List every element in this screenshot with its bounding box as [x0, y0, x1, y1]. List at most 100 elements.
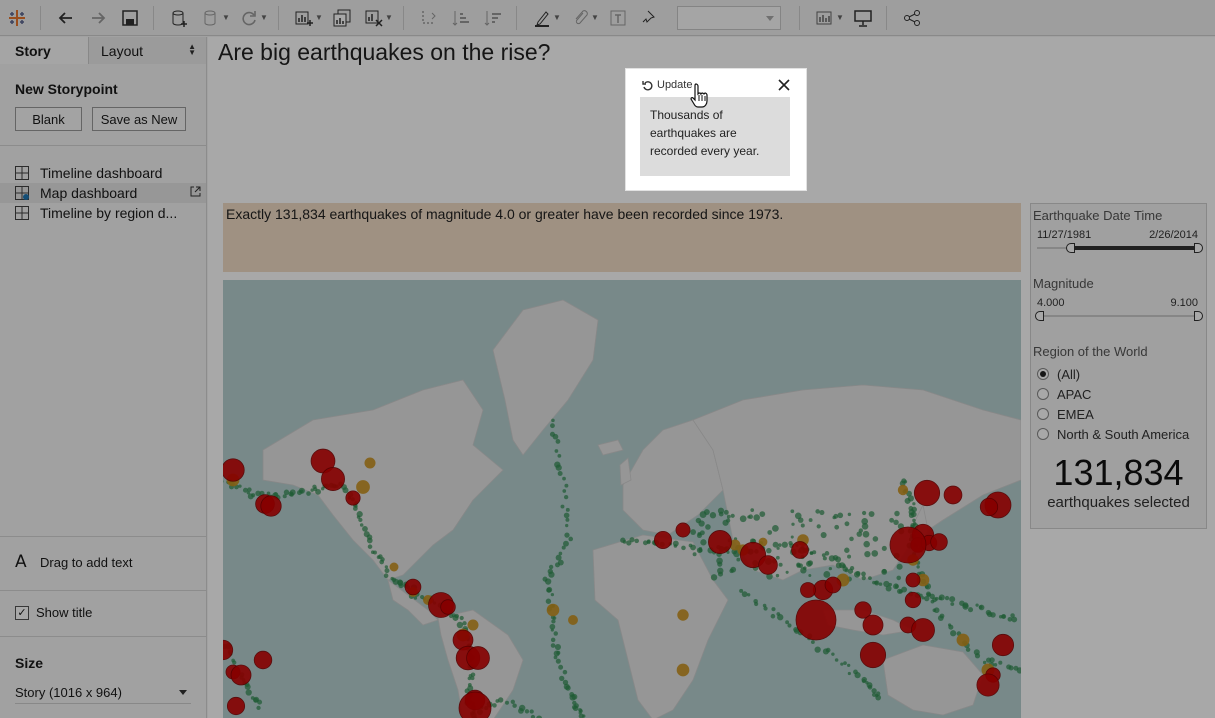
quake-marker-small[interactable]: [512, 703, 517, 708]
quake-marker-small[interactable]: [722, 519, 729, 526]
quake-marker-small[interactable]: [245, 689, 252, 696]
caption-text-box[interactable]: Exactly 131,834 earthquakes of magnitude…: [223, 203, 1021, 272]
quake-marker-small[interactable]: [462, 621, 467, 626]
quake-marker-small[interactable]: [835, 562, 842, 569]
quake-marker-small[interactable]: [840, 662, 844, 666]
quake-marker-small[interactable]: [1011, 616, 1018, 623]
quake-marker-small[interactable]: [568, 536, 574, 542]
quake-marker-small[interactable]: [366, 537, 373, 544]
quake-marker-large[interactable]: [795, 599, 837, 641]
quake-marker-small[interactable]: [948, 624, 954, 630]
quake-marker-large[interactable]: [930, 533, 948, 551]
quake-marker-small[interactable]: [847, 568, 854, 574]
sheet-item-timeline-by-region[interactable]: Timeline by region d...: [0, 203, 206, 223]
quake-marker-large[interactable]: [223, 458, 245, 482]
quake-marker-small[interactable]: [398, 583, 404, 589]
quake-marker-small[interactable]: [785, 620, 790, 625]
quake-marker-small[interactable]: [739, 515, 747, 523]
quake-marker-small[interactable]: [505, 700, 510, 705]
quake-marker-small[interactable]: [565, 507, 570, 512]
sheet-item-timeline-dashboard[interactable]: Timeline dashboard: [0, 163, 206, 183]
quake-marker-large[interactable]: [911, 618, 935, 642]
quake-marker-small[interactable]: [544, 578, 552, 585]
quake-marker-large[interactable]: [979, 497, 999, 517]
quake-marker-small[interactable]: [933, 607, 940, 614]
quake-marker-small[interactable]: [775, 555, 780, 560]
quake-marker-small[interactable]: [306, 491, 311, 496]
quake-marker-small[interactable]: [855, 571, 861, 576]
quake-marker-large[interactable]: [226, 696, 246, 716]
quake-marker-small[interactable]: [767, 530, 773, 535]
quake-marker-small[interactable]: [881, 545, 887, 551]
quake-marker-small[interactable]: [529, 709, 534, 714]
quake-marker-small[interactable]: [808, 518, 813, 523]
quake-marker-small[interactable]: [861, 523, 869, 530]
quake-marker-small[interactable]: [359, 523, 364, 527]
quake-marker-small[interactable]: [809, 551, 813, 555]
quake-marker-small[interactable]: [854, 672, 861, 679]
quake-marker-small[interactable]: [1008, 665, 1014, 671]
quake-marker-small[interactable]: [989, 657, 995, 663]
quake-marker-small[interactable]: [824, 551, 830, 556]
tab-layout[interactable]: Layout ▲ ▼: [89, 37, 206, 64]
quake-marker-small[interactable]: [998, 660, 1003, 665]
quake-marker-small[interactable]: [622, 540, 627, 544]
quake-marker-small[interactable]: [885, 585, 892, 592]
quake-marker-small[interactable]: [858, 528, 863, 533]
quake-marker-large[interactable]: [708, 530, 732, 554]
quake-marker-small[interactable]: [550, 592, 555, 597]
quake-marker-small[interactable]: [962, 603, 969, 610]
quake-marker-small[interactable]: [256, 705, 261, 711]
slider-handle-min[interactable]: [1066, 243, 1075, 253]
quake-marker-small[interactable]: [750, 508, 755, 512]
quake-marker-small[interactable]: [810, 640, 815, 644]
quake-marker-large[interactable]: [904, 591, 922, 609]
quake-marker-small[interactable]: [558, 664, 564, 670]
quake-marker-small[interactable]: [874, 580, 878, 585]
quake-marker-medium[interactable]: [546, 603, 560, 617]
quake-marker-small[interactable]: [710, 574, 718, 581]
quake-marker-small[interactable]: [736, 557, 741, 562]
quake-marker-small[interactable]: [834, 658, 839, 662]
show-title-checkbox[interactable]: ✓ Show title: [0, 605, 206, 620]
quake-marker-small[interactable]: [990, 612, 996, 618]
quake-marker-small[interactable]: [820, 532, 827, 539]
quake-marker-small[interactable]: [772, 524, 779, 532]
quake-marker-small[interactable]: [555, 658, 561, 664]
quake-marker-small[interactable]: [800, 523, 805, 528]
quake-marker-large[interactable]: [976, 673, 1000, 697]
quake-marker-small[interactable]: [545, 598, 552, 604]
fit-select[interactable]: [677, 5, 781, 30]
quake-marker-small[interactable]: [384, 565, 388, 569]
quake-marker-small[interactable]: [244, 683, 251, 690]
quake-marker-small[interactable]: [367, 544, 373, 549]
blank-button[interactable]: Blank: [15, 107, 82, 131]
quake-marker-small[interactable]: [863, 540, 870, 548]
quake-marker-small[interactable]: [896, 563, 903, 570]
quake-marker-small[interactable]: [949, 596, 956, 603]
quake-marker-small[interactable]: [982, 660, 987, 665]
swap-rows-columns-icon[interactable]: [414, 3, 444, 33]
quake-marker-small[interactable]: [794, 512, 802, 520]
quake-marker-small[interactable]: [562, 489, 567, 493]
quake-marker-small[interactable]: [717, 571, 724, 577]
quake-marker-small[interactable]: [492, 703, 497, 708]
show-labels-icon[interactable]: [603, 3, 633, 33]
quake-marker-small[interactable]: [709, 512, 717, 519]
sort-ascending-icon[interactable]: [446, 3, 476, 33]
quake-marker-small[interactable]: [937, 615, 944, 621]
quake-marker-small[interactable]: [705, 524, 711, 530]
quake-marker-medium[interactable]: [568, 615, 578, 625]
new-data-source-icon[interactable]: [164, 3, 194, 33]
quake-marker-small[interactable]: [754, 601, 759, 607]
quake-marker-small[interactable]: [785, 570, 789, 574]
quake-marker-small[interactable]: [965, 647, 971, 652]
quake-marker-small[interactable]: [698, 520, 705, 527]
quake-marker-large[interactable]: [321, 467, 345, 491]
quake-marker-small[interactable]: [700, 539, 707, 546]
quake-marker-small[interactable]: [384, 568, 390, 574]
quake-marker-small[interactable]: [790, 509, 795, 514]
quake-marker-small[interactable]: [564, 532, 570, 538]
redo-icon[interactable]: [83, 3, 113, 33]
storypoint-caption-text[interactable]: Thousands of earthquakes are recorded ev…: [640, 97, 790, 176]
